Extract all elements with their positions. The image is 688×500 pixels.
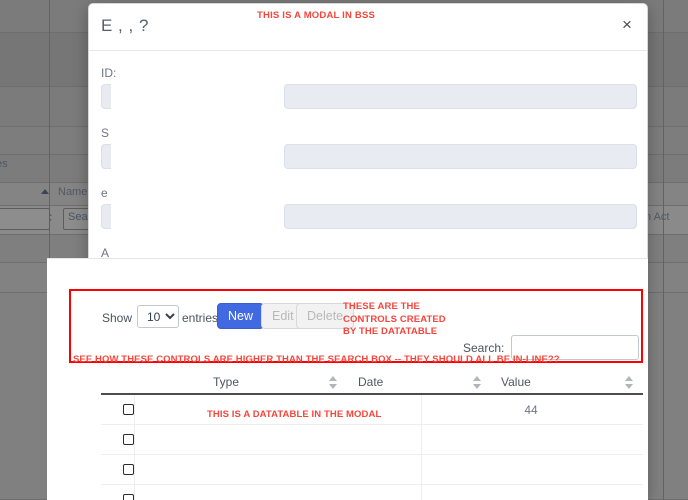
form-input[interactable]	[284, 204, 637, 229]
form-input-left[interactable]	[101, 144, 111, 169]
form-input-left[interactable]	[101, 84, 111, 109]
new-button[interactable]: New	[217, 303, 265, 329]
screen: es Name n Act Sear E , , ? THIS IS A MOD…	[0, 0, 688, 500]
sort-toggle-icon[interactable]	[625, 376, 634, 390]
annotation-modal-label: THIS IS A MODAL IN BSS	[257, 10, 376, 21]
show-label: Show	[102, 311, 133, 325]
form-label: ID:	[101, 66, 117, 80]
row-select-checkbox[interactable]	[123, 464, 134, 475]
table-row[interactable]	[101, 485, 643, 500]
column-header-type[interactable]: Type	[213, 375, 239, 389]
sort-toggle-icon[interactable]	[473, 376, 482, 390]
table-row[interactable]	[101, 425, 643, 455]
form-label: S	[101, 126, 110, 140]
modal-header: E , , ? THIS IS A MODAL IN BSS ×	[89, 4, 647, 51]
sort-toggle-icon[interactable]	[329, 376, 338, 390]
column-header-value[interactable]: Value	[501, 375, 531, 389]
annotation-controls: THESE ARE THE CONTROLS CREATED BY THE DA…	[343, 301, 446, 337]
cell-value: 44	[524, 403, 538, 417]
column-header-date[interactable]: Date	[358, 375, 383, 389]
datatable: Type Date Value 44 THIS IS A DATATABLE I…	[101, 371, 643, 500]
form-label: e	[101, 186, 108, 200]
background-entries-label: es	[0, 158, 8, 170]
datatable-controls-highlight: Show 10 25 50 100 entries New Edit Delet…	[69, 289, 643, 363]
background-column-header-name[interactable]: Name	[58, 186, 87, 198]
background-filter-input[interactable]	[0, 208, 50, 230]
form-input[interactable]	[284, 84, 637, 109]
modal-title: E , , ?	[101, 16, 149, 35]
search-label: Search:	[463, 341, 505, 355]
table-row[interactable]	[101, 455, 643, 485]
annotation-alignment-issue: SEE HOW THESE CONTROLS ARE HIGHER THAN T…	[73, 354, 560, 365]
annotation-datatable: THIS IS A DATATABLE IN THE MODAL	[207, 409, 382, 420]
form-input[interactable]	[284, 144, 637, 169]
row-select-checkbox[interactable]	[123, 494, 134, 500]
row-select-checkbox[interactable]	[123, 404, 134, 415]
background-column-divider	[663, 0, 664, 500]
page-length-select[interactable]: 10 25 50 100	[137, 305, 179, 328]
datatable-panel: Show 10 25 50 100 entries New Edit Delet…	[47, 258, 648, 500]
entries-label: entries	[182, 311, 219, 325]
close-icon[interactable]: ×	[617, 15, 637, 35]
background-column-header-actions[interactable]: n Act	[645, 211, 669, 223]
datatable-header-row: Type Date Value	[101, 371, 643, 395]
sort-ascending-icon[interactable]	[41, 189, 49, 194]
row-select-checkbox[interactable]	[123, 434, 134, 445]
form-input-left[interactable]	[101, 204, 111, 229]
